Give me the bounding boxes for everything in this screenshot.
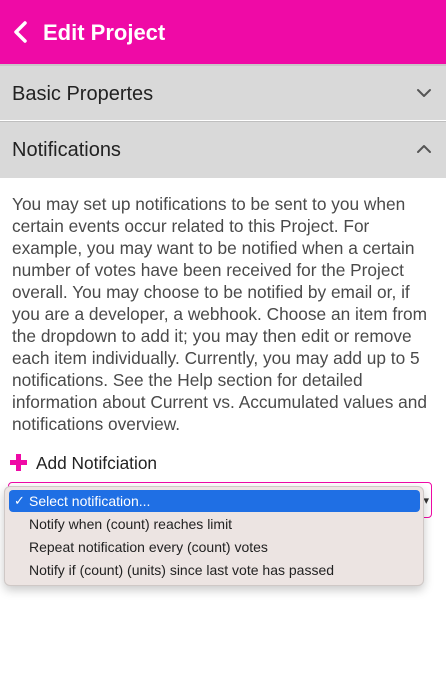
chevron-left-icon xyxy=(14,21,27,43)
add-notification-button[interactable]: Add Notifciation xyxy=(10,450,157,476)
section-notifications-header[interactable]: Notifications xyxy=(0,121,446,178)
app-header: Edit Project xyxy=(0,0,446,64)
dropdown-option-since-last-vote[interactable]: Notify if (count) (units) since last vot… xyxy=(9,559,420,581)
dropdown-option-label: Notify if (count) (units) since last vot… xyxy=(29,562,335,578)
notifications-description: You may set up notifications to be sent … xyxy=(12,194,427,434)
dropdown-option-repeat-every[interactable]: Repeat notification every (count) votes xyxy=(9,536,420,558)
section-basic-properties-header[interactable]: Basic Propertes xyxy=(0,64,446,120)
dropdown-option-reaches-limit[interactable]: Notify when (count) reaches limit xyxy=(9,513,420,535)
page-title: Edit Project xyxy=(43,20,166,45)
back-button[interactable] xyxy=(6,14,36,50)
notification-dropdown-menu: ✓ Select notification... Notify when (co… xyxy=(4,486,424,586)
section-basic-properties-title: Basic Propertes xyxy=(12,83,154,105)
chevron-down-icon xyxy=(417,89,431,97)
dropdown-option-label: Repeat notification every (count) votes xyxy=(29,539,268,555)
dropdown-option-label: Select notification... xyxy=(29,493,151,509)
dropdown-option-label: Notify when (count) reaches limit xyxy=(29,516,233,532)
check-icon: ✓ xyxy=(14,493,25,508)
select-caret-icon: ▾ xyxy=(423,495,429,507)
dropdown-option-select-notification[interactable]: ✓ Select notification... xyxy=(9,490,420,512)
chevron-up-icon xyxy=(417,145,431,153)
plus-icon xyxy=(10,454,28,472)
section-notifications-title: Notifications xyxy=(12,139,121,161)
add-notification-label: Add Notifciation xyxy=(36,452,158,473)
